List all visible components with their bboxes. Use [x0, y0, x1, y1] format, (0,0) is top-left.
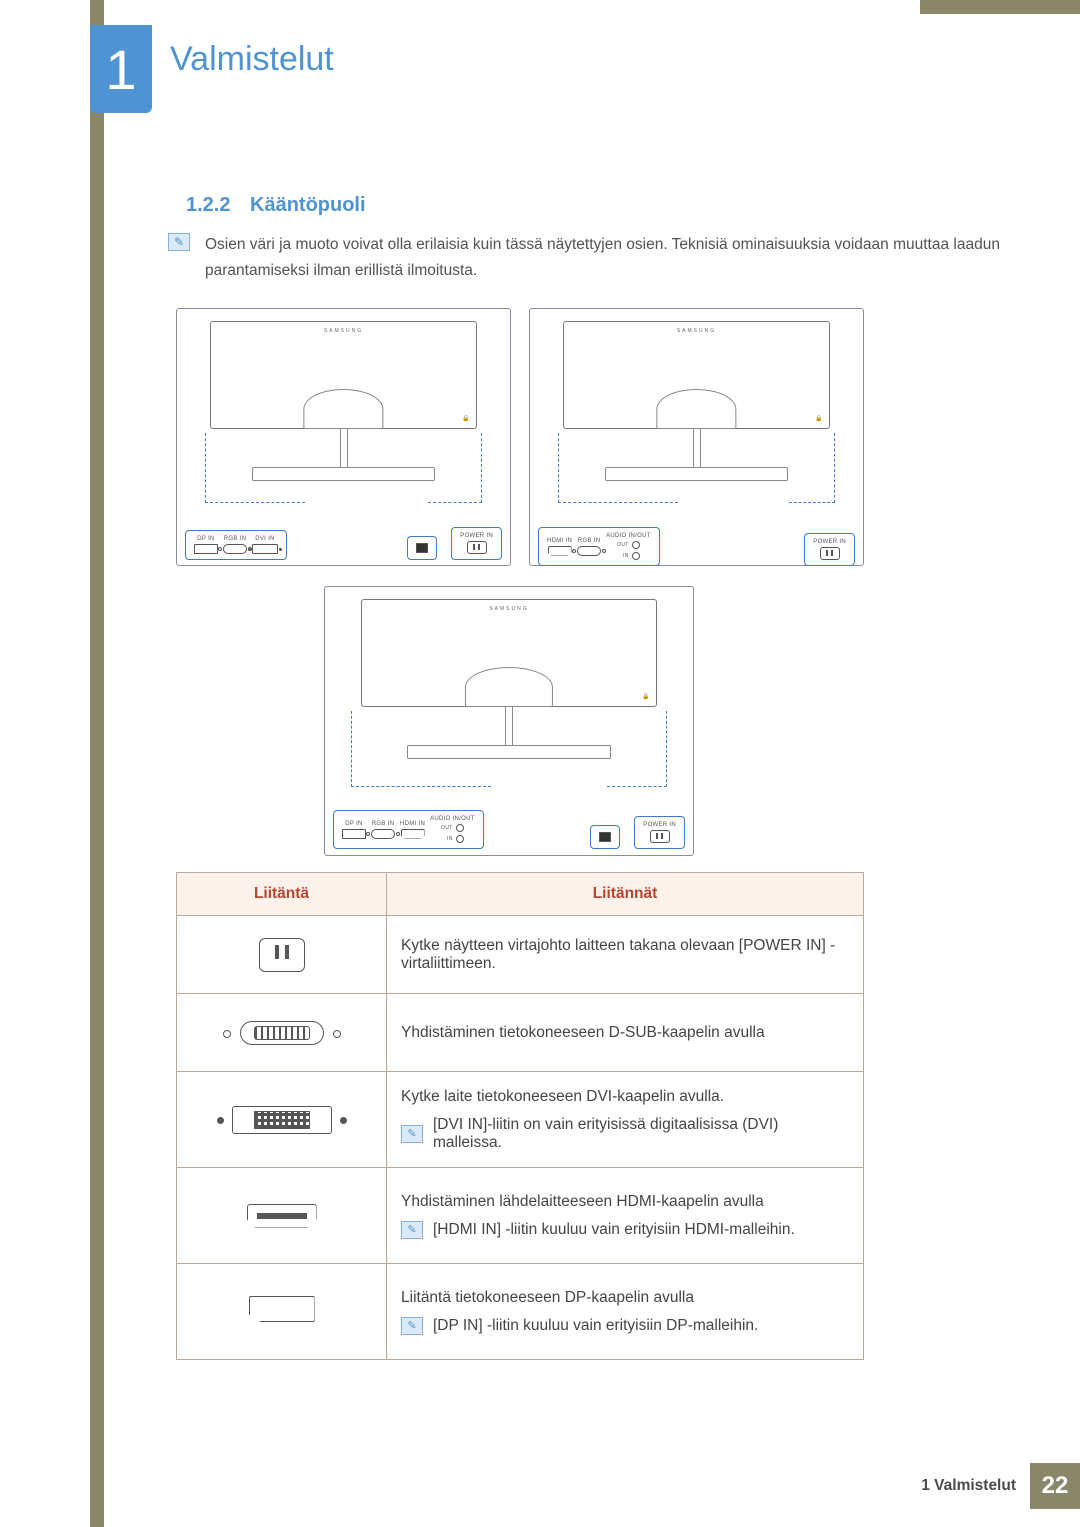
port-label: DP IN — [197, 536, 214, 542]
note-icon: ✎ — [401, 1221, 423, 1239]
port-label: POWER IN — [813, 539, 846, 545]
audio-jack-icon — [456, 824, 464, 832]
table-row: Yhdistäminen lähdelaitteeseen HDMI-kaape… — [177, 1168, 864, 1264]
power-switch-box — [407, 536, 437, 560]
dp-port-icon — [194, 544, 218, 554]
row-text: Kytke näytteen virtajohto laitteen takan… — [387, 916, 864, 994]
vga-port-icon — [240, 1021, 324, 1045]
port-label: POWER IN — [643, 822, 676, 828]
power-port-box: POWER IN — [451, 527, 502, 560]
audio-out-label: OUT — [441, 825, 452, 831]
port-label: RGB IN — [224, 536, 246, 542]
hdmi-port-icon — [247, 1204, 317, 1228]
power-port-icon — [259, 938, 305, 972]
vga-port-icon — [577, 546, 601, 556]
intro-note: Osien väri ja muoto voivat olla erilaisi… — [205, 232, 1010, 285]
monitor-back-illustration: SAMSUNG 🔒 — [361, 599, 657, 707]
row-text: Liitäntä tietokoneeseen DP-kaapelin avul… — [401, 1289, 849, 1307]
port-label: DP IN — [345, 821, 362, 827]
diagram-row-2: SAMSUNG 🔒 DP IN RGB IN HDMI IN AUDIO IN/… — [324, 586, 694, 856]
chapter-title: Valmistelut — [170, 40, 334, 79]
port-group-left: DP IN RGB IN DVI IN — [185, 530, 287, 560]
port-label: AUDIO IN/OUT — [430, 816, 475, 822]
footer-chapter-label: 1 Valmistelut — [921, 1477, 1016, 1495]
switch-icon — [599, 832, 611, 842]
audio-out-label: OUT — [617, 542, 628, 548]
row-text: Yhdistäminen lähdelaitteeseen HDMI-kaape… — [401, 1193, 849, 1211]
note-icon: ✎ — [401, 1317, 423, 1335]
port-label: POWER IN — [460, 533, 493, 539]
port-label: HDMI IN — [400, 821, 425, 827]
row-note-text: [DVI IN]-liitin on vain erityisissä digi… — [433, 1116, 849, 1152]
note-icon: ✎ — [168, 233, 190, 251]
diagram-row-1: SAMSUNG 🔒 DP IN RGB IN DVI IN POWER IN — [176, 308, 864, 566]
note-icon: ✎ — [401, 1125, 423, 1143]
page-footer: 1 Valmistelut 22 — [921, 1463, 1080, 1509]
dvi-port-icon — [252, 544, 278, 554]
port-label: HDMI IN — [547, 538, 572, 544]
row-note-text: [DP IN] -liitin kuuluu vain erityisiin D… — [433, 1317, 758, 1335]
monitor-variant-b: SAMSUNG 🔒 HDMI IN RGB IN AUDIO IN/OUT OU… — [529, 308, 864, 566]
audio-in-label: IN — [447, 836, 453, 842]
power-port-icon — [650, 830, 670, 843]
port-label: AUDIO IN/OUT — [606, 533, 651, 539]
table-row: Yhdistäminen tietokoneeseen D-SUB-kaapel… — [177, 994, 864, 1072]
chapter-number-badge: 1 — [90, 25, 152, 113]
audio-jack-icon — [632, 541, 640, 549]
power-port-icon — [820, 547, 840, 560]
row-text: Yhdistäminen tietokoneeseen D-SUB-kaapel… — [387, 994, 864, 1072]
left-accent-bar — [90, 0, 104, 1527]
audio-jack-icon — [456, 835, 464, 843]
hdmi-port-icon — [548, 546, 572, 556]
table-header-port: Liitäntä — [177, 873, 387, 916]
audio-in-label: IN — [623, 553, 629, 559]
row-note: ✎ [DP IN] -liitin kuuluu vain erityisiin … — [401, 1317, 849, 1335]
vga-port-icon — [371, 829, 395, 839]
table-row: Kytke laite tietokoneeseen DVI-kaapelin … — [177, 1072, 864, 1168]
audio-jack-icon — [632, 552, 640, 560]
row-note-text: [HDMI IN] -liitin kuuluu vain erityisiin… — [433, 1221, 795, 1239]
power-switch-box — [590, 825, 620, 849]
power-port-icon — [467, 541, 487, 554]
port-group-left: HDMI IN RGB IN AUDIO IN/OUT OUT IN — [538, 527, 660, 566]
top-accent-bar — [0, 0, 1080, 14]
row-text: Kytke laite tietokoneeseen DVI-kaapelin … — [401, 1088, 849, 1106]
monitor-variant-c: SAMSUNG 🔒 DP IN RGB IN HDMI IN AUDIO IN/… — [324, 586, 694, 856]
section-title: Kääntöpuoli — [250, 194, 366, 217]
table-row: Liitäntä tietokoneeseen DP-kaapelin avul… — [177, 1264, 864, 1360]
row-note: ✎ [DVI IN]-liitin on vain erityisissä dig… — [401, 1116, 849, 1152]
page-number-badge: 22 — [1030, 1463, 1080, 1509]
dp-port-icon — [249, 1296, 315, 1322]
switch-icon — [416, 543, 428, 553]
port-group-left: DP IN RGB IN HDMI IN AUDIO IN/OUT OUT IN — [333, 810, 484, 849]
hdmi-port-icon — [401, 829, 425, 839]
dp-port-icon — [342, 829, 366, 839]
port-label: DVI IN — [255, 536, 274, 542]
vga-port-icon — [223, 544, 247, 554]
power-port-box: POWER IN — [804, 533, 855, 566]
dvi-port-icon — [232, 1106, 332, 1134]
port-label: RGB IN — [372, 821, 394, 827]
monitor-back-illustration: SAMSUNG 🔒 — [563, 321, 829, 429]
table-row: Kytke näytteen virtajohto laitteen takan… — [177, 916, 864, 994]
section-number: 1.2.2 — [186, 194, 230, 217]
row-note: ✎ [HDMI IN] -liitin kuuluu vain erityisii… — [401, 1221, 849, 1239]
ports-table: Liitäntä Liitännät Kytke näytteen virtaj… — [176, 872, 864, 1360]
monitor-variant-a: SAMSUNG 🔒 DP IN RGB IN DVI IN POWER IN — [176, 308, 511, 566]
table-header-desc: Liitännät — [387, 873, 864, 916]
power-port-box: POWER IN — [634, 816, 685, 849]
monitor-back-illustration: SAMSUNG 🔒 — [210, 321, 476, 429]
port-label: RGB IN — [578, 538, 600, 544]
